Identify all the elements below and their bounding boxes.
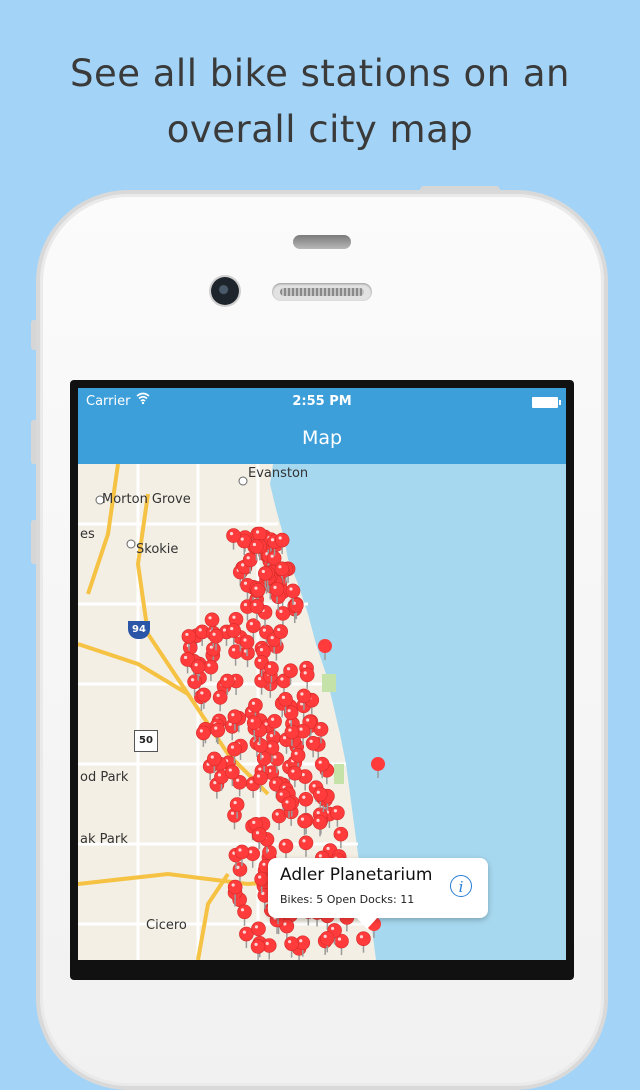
map-label-skokie: Skokie [136,542,179,557]
camera-icon [211,277,239,305]
headline: See all bike stations on an overall city… [0,46,640,158]
callout-title: Adler Planetarium [280,865,433,885]
status-bar: Carrier 2:55 PM [78,388,566,416]
headline-line-1: See all bike stations on an [69,52,570,95]
us-50-shield: 50 [134,730,158,752]
map-label-ak-park: ak Park [80,832,128,847]
map-label-es: es [80,527,95,542]
city-map[interactable]: Evanston Morton Grove es Skokie od Park … [78,464,566,960]
phone-speaker [272,283,372,301]
interstate-94-shield: 94 [128,621,150,639]
map-label-od-park: od Park [80,770,129,785]
app-screen: Carrier 2:55 PM Map Evanston Morton Grov… [78,388,566,960]
headline-line-2: overall city map [166,108,474,151]
station-callout[interactable]: Adler Planetarium Bikes: 5 Open Docks: 1… [268,858,488,929]
nav-bar: Map [78,416,566,464]
map-label-evanston: Evanston [248,466,309,481]
battery-icon [532,397,561,408]
callout-subtitle: Bikes: 5 Open Docks: 11 [280,893,415,906]
info-icon[interactable]: i [450,875,472,897]
nav-title: Map [301,427,343,449]
map-label-morton-grove: Morton Grove [102,492,191,507]
phone-sensor [293,235,351,249]
map-label-cicero: Cicero [146,918,187,933]
status-time: 2:55 PM [292,394,352,409]
